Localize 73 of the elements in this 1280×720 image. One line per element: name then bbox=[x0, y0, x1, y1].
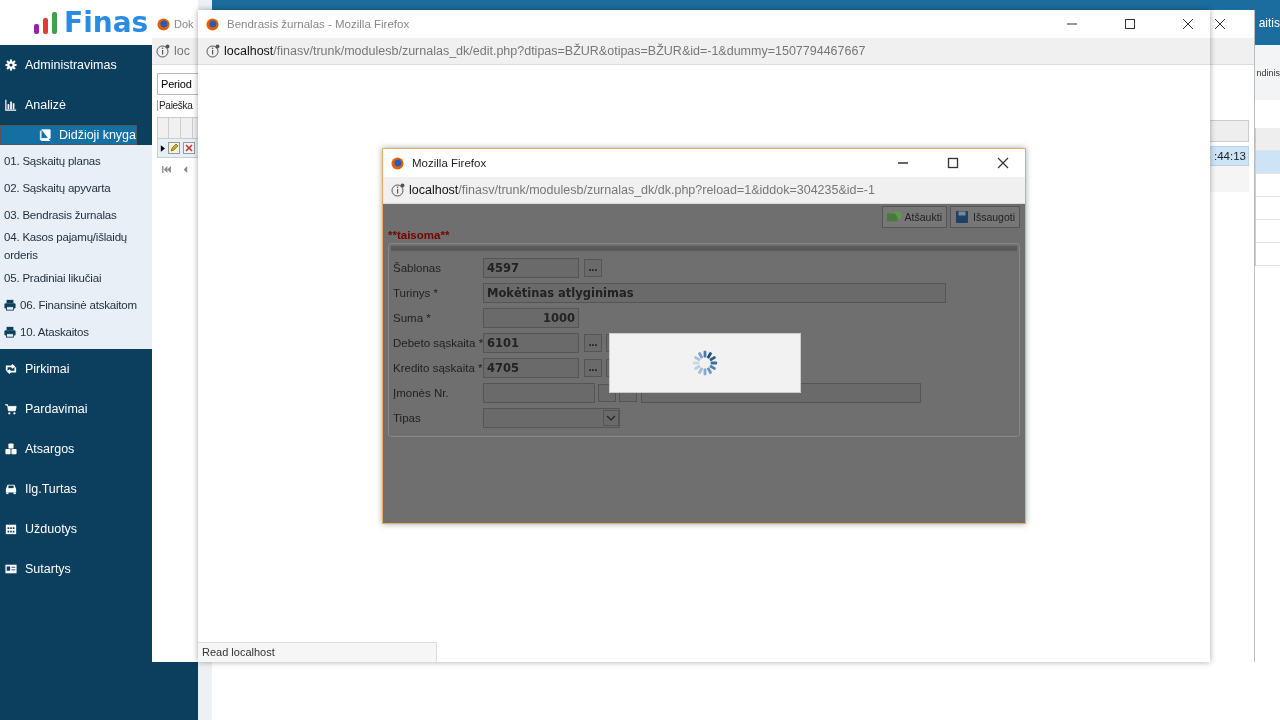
sidebar-subitem[interactable]: 05. Pradiniai likučiai bbox=[0, 264, 150, 291]
documents-icon bbox=[886, 211, 901, 223]
car-icon bbox=[5, 483, 17, 495]
sidebar-subitem[interactable]: 04. Kasos pajamų/išlaidų orderis bbox=[0, 228, 150, 264]
address-bar[interactable]: loc bbox=[174, 44, 190, 58]
field-label: Turinys * bbox=[392, 286, 439, 299]
close-icon[interactable] bbox=[1182, 18, 1194, 30]
edit-icon[interactable] bbox=[168, 142, 180, 154]
field-label: Įmonės Nr. bbox=[392, 386, 450, 399]
sidebar-item[interactable]: Pirkimai bbox=[0, 349, 152, 389]
search-label: Paieška bbox=[157, 100, 193, 111]
book-icon bbox=[38, 129, 51, 141]
app-logo: Finas bbox=[64, 6, 149, 39]
info-icon bbox=[391, 183, 405, 197]
info-icon bbox=[206, 44, 220, 58]
sidebar-subitem[interactable]: 06. Finansinė atskaitom bbox=[0, 291, 150, 318]
sidebar-item[interactable]: Pardavimai bbox=[0, 389, 152, 429]
printer-icon bbox=[4, 298, 16, 311]
sidebar-item[interactable]: Analizė bbox=[0, 85, 152, 125]
lookup-button[interactable]: ... bbox=[584, 358, 602, 377]
save-button[interactable]: Išsaugoti bbox=[949, 206, 1020, 228]
lookup-button[interactable]: ... bbox=[584, 258, 602, 277]
sidebar-subitem[interactable]: 01. Sąskaitų planas bbox=[0, 147, 150, 174]
field-label: Debeto sąskaita * bbox=[392, 336, 483, 349]
window-title: Bendrasis žurnalas - Mozilla Firefox bbox=[227, 18, 410, 30]
status-bar: Read localhost bbox=[198, 642, 437, 662]
field-label: Tipas bbox=[392, 411, 422, 424]
cancel-button[interactable]: Atšaukti bbox=[881, 206, 947, 228]
maximize-icon[interactable] bbox=[947, 157, 959, 169]
delete-icon[interactable] bbox=[183, 142, 195, 154]
browser-logo-icon bbox=[206, 17, 219, 31]
input-field[interactable] bbox=[483, 382, 595, 403]
close-icon[interactable] bbox=[1214, 18, 1226, 30]
sidebar-subitem[interactable]: 03. Bendrasis žurnalas bbox=[0, 201, 150, 228]
table-header bbox=[1209, 120, 1249, 142]
caret-icon[interactable] bbox=[603, 409, 619, 426]
cart-icon bbox=[5, 403, 17, 415]
logo-bars-icon bbox=[34, 11, 60, 34]
boxes-icon bbox=[5, 443, 17, 455]
sidebar-item[interactable]: Didžioji knyga bbox=[0, 125, 137, 145]
close-icon[interactable] bbox=[997, 157, 1009, 169]
sidebar-subitem[interactable]: 02. Sąskaitų apyvarta bbox=[0, 174, 150, 201]
sidebar-item[interactable]: Sutartys bbox=[0, 549, 152, 589]
previous-page-icon[interactable] bbox=[181, 166, 190, 173]
sidebar-item[interactable]: Užduotys bbox=[0, 509, 152, 549]
loading-spinner-icon bbox=[691, 349, 719, 377]
sidebar-item[interactable]: Ilg.Turtas bbox=[0, 469, 152, 509]
exchange-arrows-icon bbox=[5, 363, 17, 375]
calendar-icon bbox=[5, 523, 17, 535]
field-label: Šablonas bbox=[392, 261, 442, 274]
gear-icon bbox=[5, 59, 17, 71]
toolbar-label: ndinis bbox=[1256, 67, 1280, 78]
lookup-button[interactable]: ... bbox=[584, 333, 602, 352]
sidebar-item[interactable]: Administravimas bbox=[0, 45, 152, 85]
header-text: aitis bbox=[1258, 15, 1280, 30]
sidebar-item[interactable]: Atsargos bbox=[0, 429, 152, 469]
printer-icon bbox=[4, 325, 16, 338]
sidebar-subitem[interactable]: 10. Ataskaitos bbox=[0, 318, 150, 345]
table-cell: :44:13 bbox=[1209, 146, 1249, 166]
field-label: Kredito sąskaita * bbox=[392, 361, 483, 374]
id-card-icon bbox=[5, 563, 17, 575]
window-title: Dok bbox=[174, 18, 194, 30]
browser-logo-icon bbox=[391, 156, 404, 170]
info-icon bbox=[156, 44, 170, 58]
window-title: Mozilla Firefox bbox=[412, 157, 487, 169]
browser-logo-icon bbox=[157, 17, 170, 31]
maximize-icon[interactable] bbox=[1124, 18, 1136, 30]
field-label: Suma * bbox=[392, 311, 432, 324]
edit-mode-label: **taisoma** bbox=[388, 229, 451, 241]
bar-chart-icon bbox=[5, 99, 17, 111]
period-button[interactable]: Period bbox=[157, 73, 198, 95]
row-pointer-icon bbox=[160, 144, 165, 152]
first-page-icon[interactable] bbox=[162, 166, 171, 173]
